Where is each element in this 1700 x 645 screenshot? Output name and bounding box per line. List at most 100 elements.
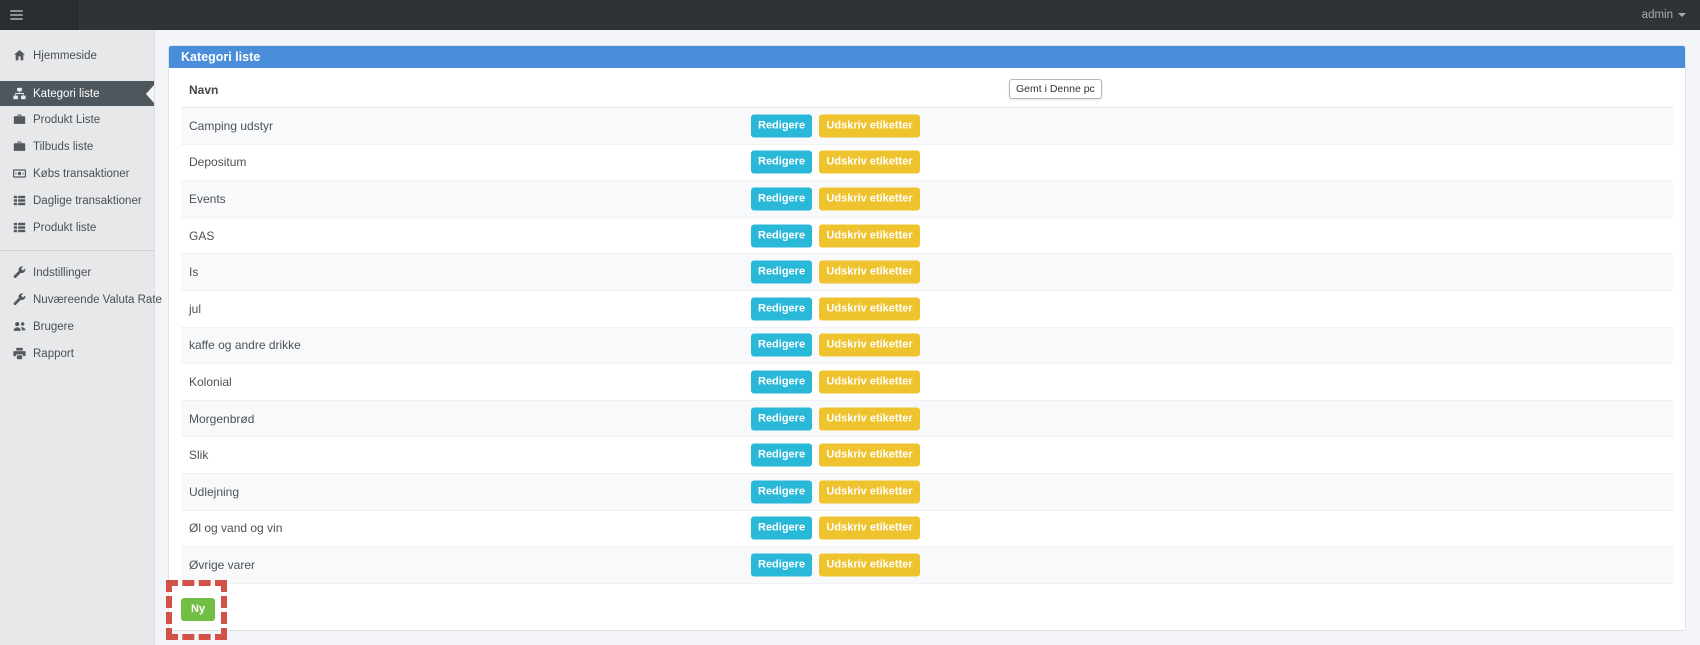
category-name: Camping udstyr	[189, 119, 273, 133]
print-labels-button[interactable]: Udskriv etiketter	[819, 261, 919, 284]
edit-button[interactable]: Redigere	[751, 334, 812, 357]
briefcase-icon	[10, 113, 28, 126]
edit-button[interactable]: Redigere	[751, 151, 812, 174]
category-name: Udlejning	[189, 485, 239, 499]
sidebar-item-label: Købs transaktioner	[33, 168, 130, 180]
table-row: Kolonial Redigere Udskriv etiketter	[181, 364, 1673, 401]
sidebar-item-valuta-rate[interactable]: Nuværeende Valuta Rate	[0, 286, 154, 313]
sidebar-divider	[0, 250, 154, 251]
row-actions: Redigere Udskriv etiketter	[751, 553, 924, 576]
sitemap-icon	[10, 87, 28, 100]
row-actions: Redigere Udskriv etiketter	[751, 480, 924, 503]
sidebar-item-produkt-liste-1[interactable]: Produkt Liste	[0, 106, 154, 133]
wrench-icon	[10, 266, 28, 279]
sidebar-item-label: Nuværeende Valuta Rate	[33, 294, 162, 306]
edit-button[interactable]: Redigere	[751, 261, 812, 284]
sidebar-item-label: Brugere	[33, 321, 74, 333]
edit-button[interactable]: Redigere	[751, 480, 812, 503]
hamburger-menu-icon[interactable]	[10, 10, 23, 20]
category-name: Morgenbrød	[189, 412, 254, 426]
table-row: Events Redigere Udskriv etiketter	[181, 181, 1673, 218]
list-icon	[10, 221, 28, 234]
sidebar-item-label: Produkt liste	[33, 222, 96, 234]
sidebar-item-label: Rapport	[33, 348, 74, 360]
sidebar-item-hjemmeside[interactable]: Hjemmeside	[0, 39, 154, 72]
table-row: Morgenbrød Redigere Udskriv etiketter	[181, 401, 1673, 438]
print-labels-button[interactable]: Udskriv etiketter	[819, 370, 919, 393]
page-title: Kategori liste	[169, 46, 1685, 68]
print-labels-button[interactable]: Udskriv etiketter	[819, 151, 919, 174]
category-name: kaffe og andre drikke	[189, 338, 301, 352]
table-row: Depositum Redigere Udskriv etiketter	[181, 145, 1673, 182]
user-dropdown[interactable]: admin	[1642, 0, 1686, 30]
print-labels-button[interactable]: Udskriv etiketter	[819, 334, 919, 357]
edit-button[interactable]: Redigere	[751, 224, 812, 247]
category-name: Events	[189, 192, 226, 206]
category-name: Øl og vand og vin	[189, 521, 282, 535]
edit-button[interactable]: Redigere	[751, 370, 812, 393]
category-table-body: Camping udstyr Redigere Udskriv etikette…	[181, 108, 1673, 584]
row-actions: Redigere Udskriv etiketter	[751, 444, 924, 467]
table-row: Øl og vand og vin Redigere Udskriv etike…	[181, 511, 1673, 548]
print-labels-button[interactable]: Udskriv etiketter	[819, 224, 919, 247]
category-table: Navn Camping udstyr Redigere Udskriv eti…	[181, 68, 1673, 584]
sidebar-item-indstillinger[interactable]: Indstillinger	[0, 259, 154, 286]
print-labels-button[interactable]: Udskriv etiketter	[819, 297, 919, 320]
edit-button[interactable]: Redigere	[751, 407, 812, 430]
category-name: Øvrige varer	[189, 558, 255, 572]
row-actions: Redigere Udskriv etiketter	[751, 370, 924, 393]
edit-button[interactable]: Redigere	[751, 187, 812, 210]
edit-button[interactable]: Redigere	[751, 553, 812, 576]
table-row: Camping udstyr Redigere Udskriv etikette…	[181, 108, 1673, 145]
edit-button[interactable]: Redigere	[751, 297, 812, 320]
print-labels-button[interactable]: Udskriv etiketter	[819, 480, 919, 503]
edit-button[interactable]: Redigere	[751, 114, 812, 137]
row-actions: Redigere Udskriv etiketter	[751, 334, 924, 357]
print-labels-button[interactable]: Udskriv etiketter	[819, 187, 919, 210]
sidebar-item-daglige-transaktioner[interactable]: Daglige transaktioner	[0, 187, 154, 214]
column-header-navn: Navn	[181, 68, 1673, 108]
sidebar-item-label: Indstillinger	[33, 267, 91, 279]
row-actions: Redigere Udskriv etiketter	[751, 151, 924, 174]
edit-button[interactable]: Redigere	[751, 517, 812, 540]
sidebar-item-kategori-liste[interactable]: Kategori liste	[0, 81, 154, 106]
sidebar-item-tilbuds-liste[interactable]: Tilbuds liste	[0, 133, 154, 160]
row-actions: Redigere Udskriv etiketter	[751, 187, 924, 210]
panel-footer: Ny	[181, 598, 1685, 621]
table-row: jul Redigere Udskriv etiketter	[181, 291, 1673, 328]
edit-button[interactable]: Redigere	[751, 444, 812, 467]
print-icon	[10, 347, 28, 360]
home-icon	[10, 49, 28, 62]
sidebar-nav: Hjemmeside Kategori liste Produkt Liste …	[0, 30, 155, 645]
users-icon	[10, 320, 28, 333]
sidebar-item-label: Tilbuds liste	[33, 141, 93, 153]
print-labels-button[interactable]: Udskriv etiketter	[819, 407, 919, 430]
row-actions: Redigere Udskriv etiketter	[751, 224, 924, 247]
category-list-panel: Kategori liste Navn Camping udstyr Redig…	[168, 45, 1686, 631]
category-name: Is	[189, 265, 198, 279]
sidebar-item-produkt-liste-2[interactable]: Produkt liste	[0, 214, 154, 241]
saved-tooltip: Gemt i Denne pc	[1009, 79, 1102, 99]
logo-area	[0, 0, 78, 30]
print-labels-button[interactable]: Udskriv etiketter	[819, 553, 919, 576]
sidebar-item-brugere[interactable]: Brugere	[0, 313, 154, 340]
sidebar-item-kobs-transaktioner[interactable]: Købs transaktioner	[0, 160, 154, 187]
table-row: Slik Redigere Udskriv etiketter	[181, 437, 1673, 474]
new-category-button[interactable]: Ny	[181, 598, 215, 621]
money-icon	[10, 167, 28, 180]
sidebar-item-label: Daglige transaktioner	[33, 195, 142, 207]
table-row: Øvrige varer Redigere Udskriv etiketter	[181, 547, 1673, 584]
sidebar-item-label: Hjemmeside	[33, 50, 97, 62]
sidebar-item-label: Produkt Liste	[33, 114, 100, 126]
table-row: GAS Redigere Udskriv etiketter	[181, 218, 1673, 255]
print-labels-button[interactable]: Udskriv etiketter	[819, 444, 919, 467]
list-icon	[10, 194, 28, 207]
print-labels-button[interactable]: Udskriv etiketter	[819, 114, 919, 137]
category-name: Slik	[189, 448, 208, 462]
category-name: Kolonial	[189, 375, 232, 389]
chevron-down-icon	[1678, 13, 1686, 17]
category-name: Depositum	[189, 155, 246, 169]
table-row: Is Redigere Udskriv etiketter	[181, 254, 1673, 291]
sidebar-item-rapport[interactable]: Rapport	[0, 340, 154, 367]
print-labels-button[interactable]: Udskriv etiketter	[819, 517, 919, 540]
